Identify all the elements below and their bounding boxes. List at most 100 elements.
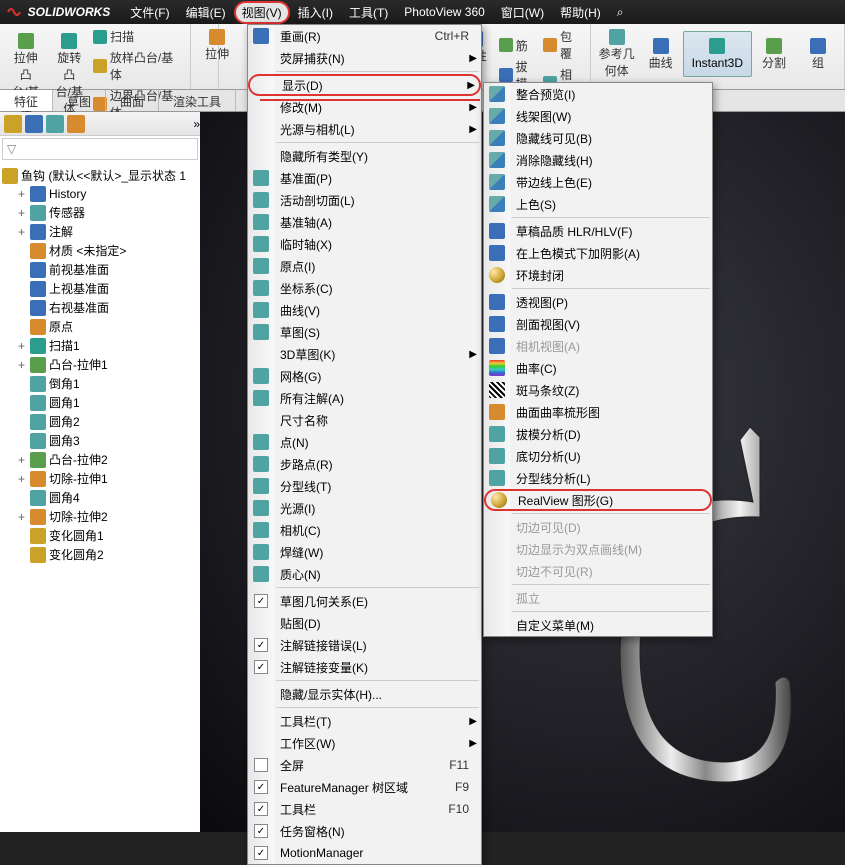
menu-help[interactable]: 帮助(H) xyxy=(552,1,609,24)
menu-item[interactable]: ✓草图几何关系(E) xyxy=(248,590,481,612)
menu-item[interactable]: 工具栏(T)▶ xyxy=(248,710,481,732)
menu-item[interactable]: 贴图(D) xyxy=(248,612,481,634)
menu-item[interactable]: 所有注解(A) xyxy=(248,387,481,409)
menu-item[interactable]: 剖面视图(V) xyxy=(484,313,712,335)
menu-edit[interactable]: 编辑(E) xyxy=(178,1,234,24)
menu-item[interactable]: 相机(C) xyxy=(248,519,481,541)
menu-item[interactable]: RealView 图形(G) xyxy=(484,489,712,511)
tree-item[interactable]: 圆角4 xyxy=(2,488,198,507)
expand-icon[interactable]: + xyxy=(16,453,27,467)
menu-item[interactable]: 活动剖切面(L) xyxy=(248,189,481,211)
menu-search-icon[interactable]: ⌕ xyxy=(609,2,632,23)
menu-item[interactable]: 分型线分析(L) xyxy=(484,467,712,489)
tab-features[interactable]: 特征 xyxy=(0,90,53,111)
wrap-button[interactable]: 包覆 xyxy=(541,27,585,63)
menu-item[interactable]: 显示(D)▶ xyxy=(248,74,481,96)
tab-sketch[interactable]: 草图 xyxy=(53,90,106,111)
menu-item[interactable]: 自定义菜单(M) xyxy=(484,614,712,636)
menu-item[interactable]: 全屏F11 xyxy=(248,754,481,776)
fm-icon[interactable] xyxy=(4,115,22,133)
loft-button[interactable]: 放样凸台/基体 xyxy=(91,48,186,84)
menu-item[interactable]: 步路点(R) xyxy=(248,453,481,475)
expand-icon[interactable]: + xyxy=(16,225,27,239)
menu-file[interactable]: 文件(F) xyxy=(122,1,177,24)
menu-item[interactable]: 带边线上色(E) xyxy=(484,171,712,193)
menu-item[interactable]: 工作区(W)▶ xyxy=(248,732,481,754)
expand-icon[interactable]: + xyxy=(16,339,27,353)
fm-search[interactable]: ▽ xyxy=(2,138,198,160)
tree-item[interactable]: 圆角3 xyxy=(2,431,198,450)
tree-item[interactable]: 变化圆角2 xyxy=(2,545,198,564)
split-button[interactable]: 分割 xyxy=(752,36,796,73)
expand-icon[interactable]: + xyxy=(16,187,27,201)
fm-display-icon[interactable] xyxy=(67,115,85,133)
menu-window[interactable]: 窗口(W) xyxy=(493,1,552,24)
menu-item[interactable]: 原点(I) xyxy=(248,255,481,277)
instant3d-button[interactable]: Instant3D xyxy=(683,31,752,77)
menu-item[interactable]: 尺寸名称 xyxy=(248,409,481,431)
fm-config-icon[interactable] xyxy=(25,115,43,133)
menu-item[interactable]: 透视图(P) xyxy=(484,291,712,313)
menu-item[interactable]: 光源(I) xyxy=(248,497,481,519)
menu-item[interactable]: 曲线(V) xyxy=(248,299,481,321)
combine-button[interactable]: 组 xyxy=(796,36,840,73)
tree-item[interactable]: +凸台-拉伸1 xyxy=(2,355,198,374)
fm-prop-icon[interactable] xyxy=(46,115,64,133)
menu-item[interactable]: ✓工具栏F10 xyxy=(248,798,481,820)
expand-icon[interactable]: + xyxy=(16,358,27,372)
menu-item[interactable]: 消除隐藏线(H) xyxy=(484,149,712,171)
tree-item[interactable]: +扫描1 xyxy=(2,336,198,355)
tree-item[interactable]: +切除-拉伸1 xyxy=(2,469,198,488)
menu-item[interactable]: 基准轴(A) xyxy=(248,211,481,233)
fm-expand-icon[interactable]: » xyxy=(193,117,200,131)
menu-item[interactable]: 焊缝(W) xyxy=(248,541,481,563)
tree-item[interactable]: 材质 <未指定> xyxy=(2,241,198,260)
menu-item[interactable]: 隐藏/显示实体(H)... xyxy=(248,683,481,705)
menu-item[interactable]: 拔模分析(D) xyxy=(484,423,712,445)
menu-item[interactable]: ✓任务窗格(N) xyxy=(248,820,481,842)
menu-item[interactable]: 分型线(T) xyxy=(248,475,481,497)
menu-item[interactable]: 网格(G) xyxy=(248,365,481,387)
tree-item[interactable]: 倒角1 xyxy=(2,374,198,393)
tree-item[interactable]: 前视基准面 xyxy=(2,260,198,279)
tree-item[interactable]: +传感器 xyxy=(2,203,198,222)
menu-item[interactable]: ✓注解链接错误(L) xyxy=(248,634,481,656)
menu-item[interactable]: 重画(R)Ctrl+R xyxy=(248,25,481,47)
tree-item[interactable]: +注解 xyxy=(2,222,198,241)
menu-item[interactable]: 在上色模式下加阴影(A) xyxy=(484,242,712,264)
tree-item[interactable]: 圆角2 xyxy=(2,412,198,431)
ref-geometry-button[interactable]: 参考几 何体 xyxy=(595,27,639,81)
menu-item[interactable]: 光源与相机(L)▶ xyxy=(248,118,481,140)
menu-item[interactable]: 上色(S) xyxy=(484,193,712,215)
sweep-button[interactable]: 扫描 xyxy=(91,27,186,46)
menu-item[interactable]: 斑马条纹(Z) xyxy=(484,379,712,401)
menu-item[interactable]: 底切分析(U) xyxy=(484,445,712,467)
menu-item[interactable]: 隐藏所有类型(Y) xyxy=(248,145,481,167)
menu-item[interactable]: 草稿品质 HLR/HLV(F) xyxy=(484,220,712,242)
expand-icon[interactable]: + xyxy=(16,510,27,524)
expand-icon[interactable]: + xyxy=(16,472,27,486)
menu-item[interactable]: 临时轴(X) xyxy=(248,233,481,255)
menu-item[interactable]: 修改(M)▶ xyxy=(248,96,481,118)
menu-item[interactable]: 坐标系(C) xyxy=(248,277,481,299)
menu-tools[interactable]: 工具(T) xyxy=(341,1,396,24)
menu-insert[interactable]: 插入(I) xyxy=(290,1,341,24)
menu-item[interactable]: 荧屏捕获(N)▶ xyxy=(248,47,481,69)
menu-item[interactable]: 整合预览(I) xyxy=(484,83,712,105)
menu-view[interactable]: 视图(V) xyxy=(234,1,290,24)
tree-item[interactable]: 右视基准面 xyxy=(2,298,198,317)
tree-item[interactable]: 变化圆角1 xyxy=(2,526,198,545)
tab-render[interactable]: 渲染工具 xyxy=(159,90,236,111)
tree-item[interactable]: 圆角1 xyxy=(2,393,198,412)
menu-item[interactable]: ✓FeatureManager 树区域F9 xyxy=(248,776,481,798)
menu-item[interactable]: 曲面曲率梳形图 xyxy=(484,401,712,423)
menu-photoview[interactable]: PhotoView 360 xyxy=(396,2,493,22)
menu-item[interactable]: 基准面(P) xyxy=(248,167,481,189)
menu-item[interactable]: 草图(S) xyxy=(248,321,481,343)
tree-item[interactable]: +切除-拉伸2 xyxy=(2,507,198,526)
tree-root[interactable]: 鱼钩 (默认<<默认>_显示状态 1 xyxy=(2,166,198,185)
tree-item[interactable]: 上视基准面 xyxy=(2,279,198,298)
tree-item[interactable]: 原点 xyxy=(2,317,198,336)
menu-item[interactable]: ✓MotionManager xyxy=(248,842,481,864)
curves-button[interactable]: 曲线 xyxy=(639,36,683,73)
